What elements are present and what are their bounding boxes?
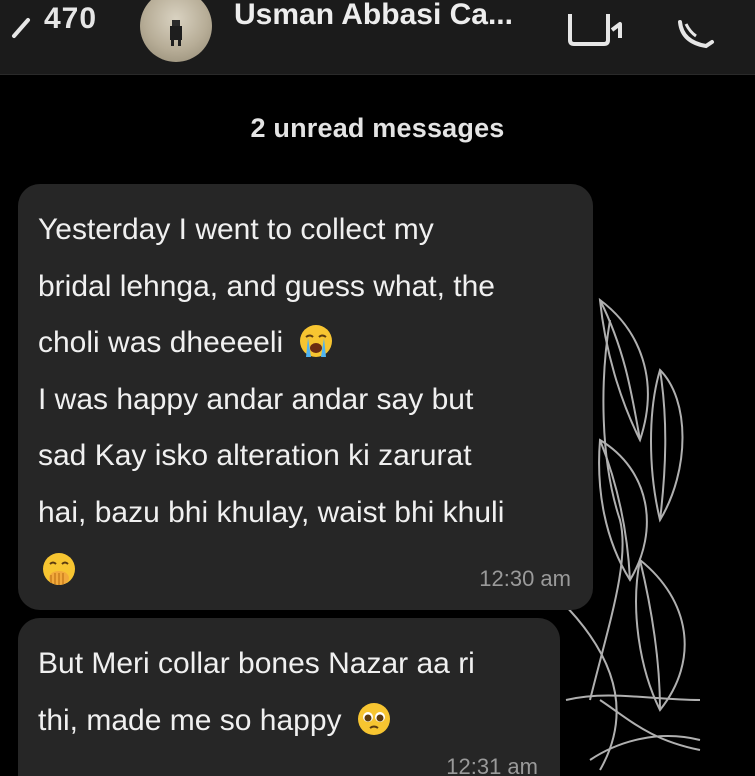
incoming-message-bubble[interactable]: But Meri collar bones Nazar aa ri thi, m… — [18, 618, 560, 776]
back-button[interactable]: 470 — [6, 4, 97, 54]
message-line: Yesterday I went to collect my — [38, 213, 434, 246]
message-line: But Meri collar bones Nazar aa ri — [38, 647, 475, 680]
contact-avatar[interactable] — [140, 0, 212, 62]
message-timestamp: 12:30 am — [479, 566, 571, 591]
contact-name[interactable]: Usman Abbasi Ca... — [234, 0, 513, 30]
incoming-message-bubble[interactable]: Yesterday I went to collect my bridal le… — [18, 184, 593, 610]
phone-call-icon[interactable] — [676, 14, 716, 50]
video-call-icon[interactable] — [568, 14, 624, 48]
chat-header: 470 Usman Abbasi Ca... — [0, 0, 755, 75]
loudly-crying-face-icon — [299, 325, 332, 358]
face-with-hand-over-mouth-icon — [43, 553, 75, 586]
message-line: sad Kay isko alteration ki zarurat — [38, 439, 472, 472]
message-line-with-emoji: thi, made me so happy — [38, 693, 540, 750]
message-line: I was happy andar andar say but — [38, 382, 474, 416]
message-line: bridal lehnga, and guess what, the — [38, 269, 495, 303]
chat-screen: 470 Usman Abbasi Ca... 2 unread messages… — [0, 0, 755, 776]
message-text: thi, made me so happy — [38, 703, 342, 737]
unread-messages-divider: 2 unread messages — [0, 97, 755, 159]
pleading-face-icon — [357, 702, 390, 735]
message-text: choli was dheeeeli — [38, 326, 284, 359]
unread-messages-label: 2 unread messages — [250, 113, 505, 143]
message-line-with-emoji: choli was dheeeeli — [38, 315, 573, 372]
avatar-figure-icon — [170, 20, 182, 46]
chevron-left-icon — [12, 18, 30, 38]
message-timestamp: 12:31 am — [446, 754, 538, 776]
unread-chats-count: 470 — [44, 2, 98, 35]
message-line: hai, bazu bhi khulay, waist bhi khuli — [38, 495, 505, 529]
